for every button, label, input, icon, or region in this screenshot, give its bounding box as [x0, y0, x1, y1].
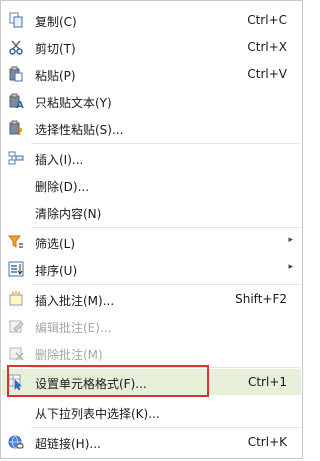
menu-item-insert[interactable]: 插入(I)... [2, 145, 301, 171]
menu-item-label: 复制(C) [35, 15, 77, 29]
menu-item-label: 超链接(H)... [35, 437, 101, 451]
menu-item-pick-from-list[interactable]: 从下拉列表中选择(K)... [2, 399, 301, 425]
filter-icon [7, 234, 24, 250]
menu-item-paste-text[interactable]: A 只粘贴文本(Y) [2, 88, 301, 114]
shortcut-text: Ctrl+X [247, 40, 287, 54]
paste-special-icon: ? [8, 120, 24, 138]
menu-item-cut[interactable]: 剪切(T) Ctrl+X [2, 34, 301, 60]
insert-comment-icon [8, 291, 24, 307]
submenu-arrow-icon: ▸ [288, 235, 293, 245]
menu-item-label: 选择性粘贴(S)... [35, 123, 124, 137]
sort-icon [8, 261, 24, 277]
submenu-arrow-icon: ▸ [288, 262, 293, 272]
separator [31, 227, 300, 228]
svg-text:A: A [16, 100, 24, 109]
menu-item-edit-comment: 编辑批注(E)... [2, 313, 301, 339]
menu-item-filter[interactable]: 筛选(L) ▸ [2, 229, 301, 255]
menu-item-clear-contents[interactable]: 清除内容(N) [2, 199, 301, 225]
insert-icon [8, 150, 24, 166]
menu-item-label: 排序(U) [35, 264, 78, 278]
menu-item-label: 从下拉列表中选择(K)... [35, 407, 160, 421]
context-menu: 复制(C) Ctrl+C 剪切(T) Ctrl+X 粘贴(P) Ctrl+V A… [0, 0, 303, 459]
hyperlink-icon [8, 434, 24, 450]
menu-item-hyperlink[interactable]: 超链接(H)... Ctrl+K [2, 429, 301, 455]
paste-text-icon: A [8, 93, 24, 111]
menu-item-label: 删除批注(M) [35, 348, 103, 362]
scissors-icon [8, 39, 24, 55]
shortcut-text: Ctrl+C [247, 13, 287, 27]
menu-item-label: 插入批注(M)... [35, 294, 115, 308]
svg-text:?: ? [17, 127, 23, 136]
menu-item-label: 粘贴(P) [35, 69, 76, 83]
paste-icon [8, 66, 24, 82]
menu-item-copy[interactable]: 复制(C) Ctrl+C [2, 7, 301, 33]
shortcut-text: Shift+F2 [235, 292, 287, 306]
menu-item-delete-comment: 删除批注(M) [2, 340, 301, 366]
delete-comment-icon [8, 345, 24, 361]
menu-item-paste[interactable]: 粘贴(P) Ctrl+V [2, 61, 301, 87]
shortcut-text: Ctrl+1 [247, 375, 287, 389]
copy-icon [8, 12, 24, 28]
menu-item-label: 剪切(T) [35, 42, 76, 56]
separator [31, 143, 300, 144]
menu-item-delete[interactable]: 删除(D)... [2, 172, 301, 198]
menu-item-label: 编辑批注(E)... [35, 321, 112, 335]
menu-item-sort[interactable]: 排序(U) ▸ [2, 256, 301, 282]
shortcut-text: Ctrl+K [247, 435, 287, 449]
annotation-highlight-box [7, 365, 209, 397]
menu-item-paste-special[interactable]: ? 选择性粘贴(S)... [2, 115, 301, 141]
menu-item-label: 只粘贴文本(Y) [35, 96, 112, 110]
edit-comment-icon [8, 318, 24, 334]
menu-item-label: 清除内容(N) [35, 207, 102, 221]
separator [31, 284, 300, 285]
separator [31, 427, 300, 428]
menu-item-insert-comment[interactable]: 插入批注(M)... Shift+F2 [2, 286, 301, 312]
menu-item-label: 插入(I)... [35, 153, 84, 167]
menu-item-label: 删除(D)... [35, 180, 90, 194]
menu-item-label: 筛选(L) [35, 237, 76, 251]
shortcut-text: Ctrl+V [247, 67, 287, 81]
